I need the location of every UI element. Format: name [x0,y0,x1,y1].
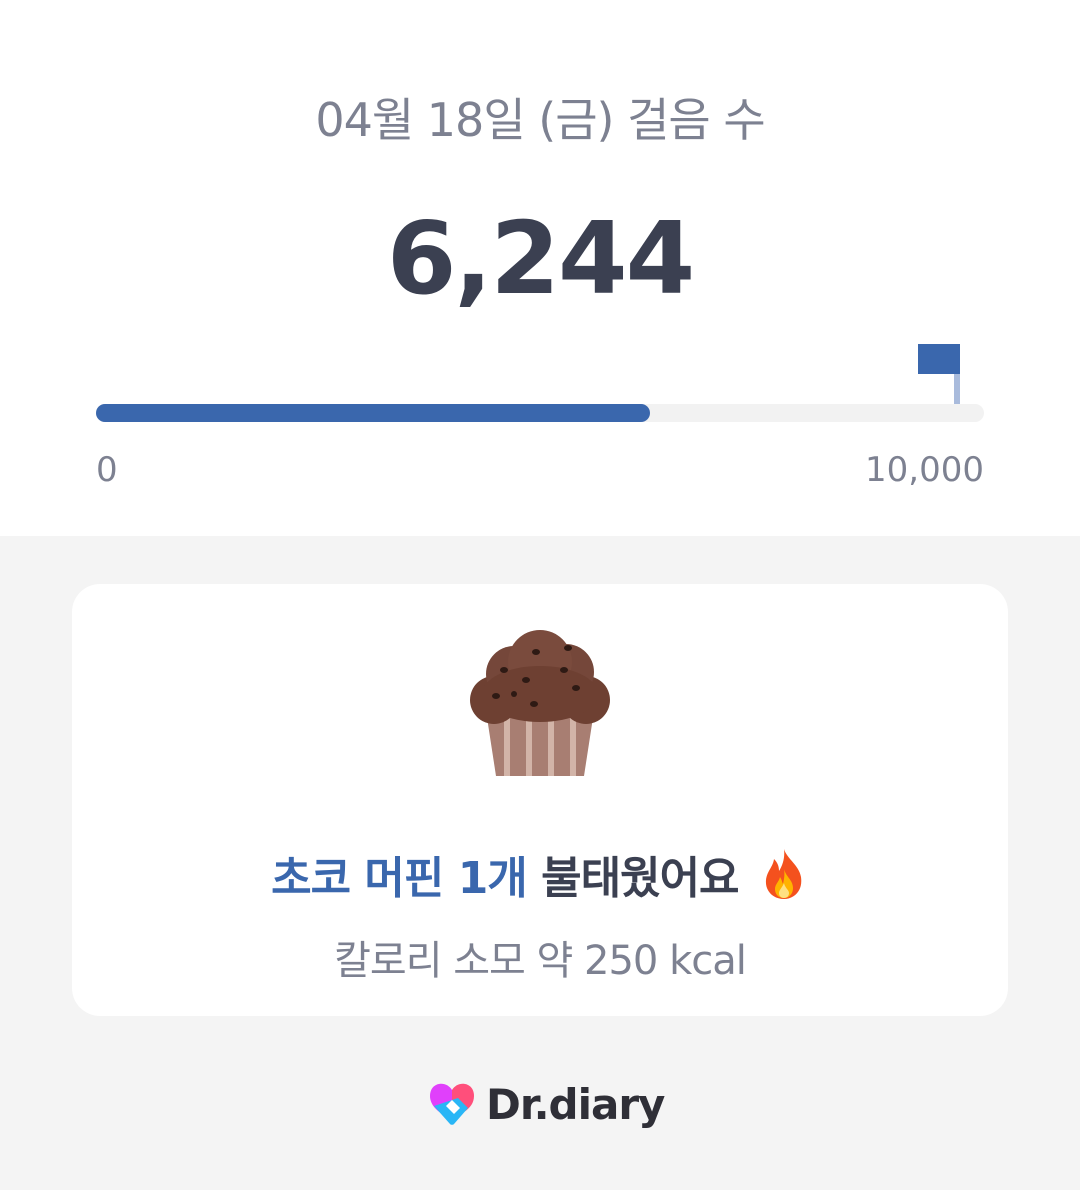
progress-max-label: 10,000 [865,450,984,490]
chocolate-muffin-icon [470,630,610,776]
step-count: 6,244 [386,200,695,317]
fire-icon [765,849,802,899]
heart-logo-icon [430,1083,474,1125]
step-progress-fill [96,404,651,422]
burn-food-highlight: 초코 머핀 1개 [271,853,528,904]
step-summary-panel: 04월 18일 (금) 걸음 수 6,244 0 10,000 [0,0,1080,536]
burn-message: 초코 머핀 1개 불태웠어요 [72,842,1008,906]
calorie-card: 초코 머핀 1개 불태웠어요 칼로리 소모 약 250 kcal [72,584,1008,1016]
progress-min-label: 0 [96,450,118,490]
logo-text: Dr.diary [486,1079,665,1129]
calorie-text: 칼로리 소모 약 250 kcal [334,938,747,984]
step-progress-bar [96,404,984,422]
burn-suffix: 불태웠어요 [541,853,739,904]
drdiary-logo: Dr.diary [424,1074,665,1134]
date-title: 04월 18일 (금) 걸음 수 [315,93,765,147]
